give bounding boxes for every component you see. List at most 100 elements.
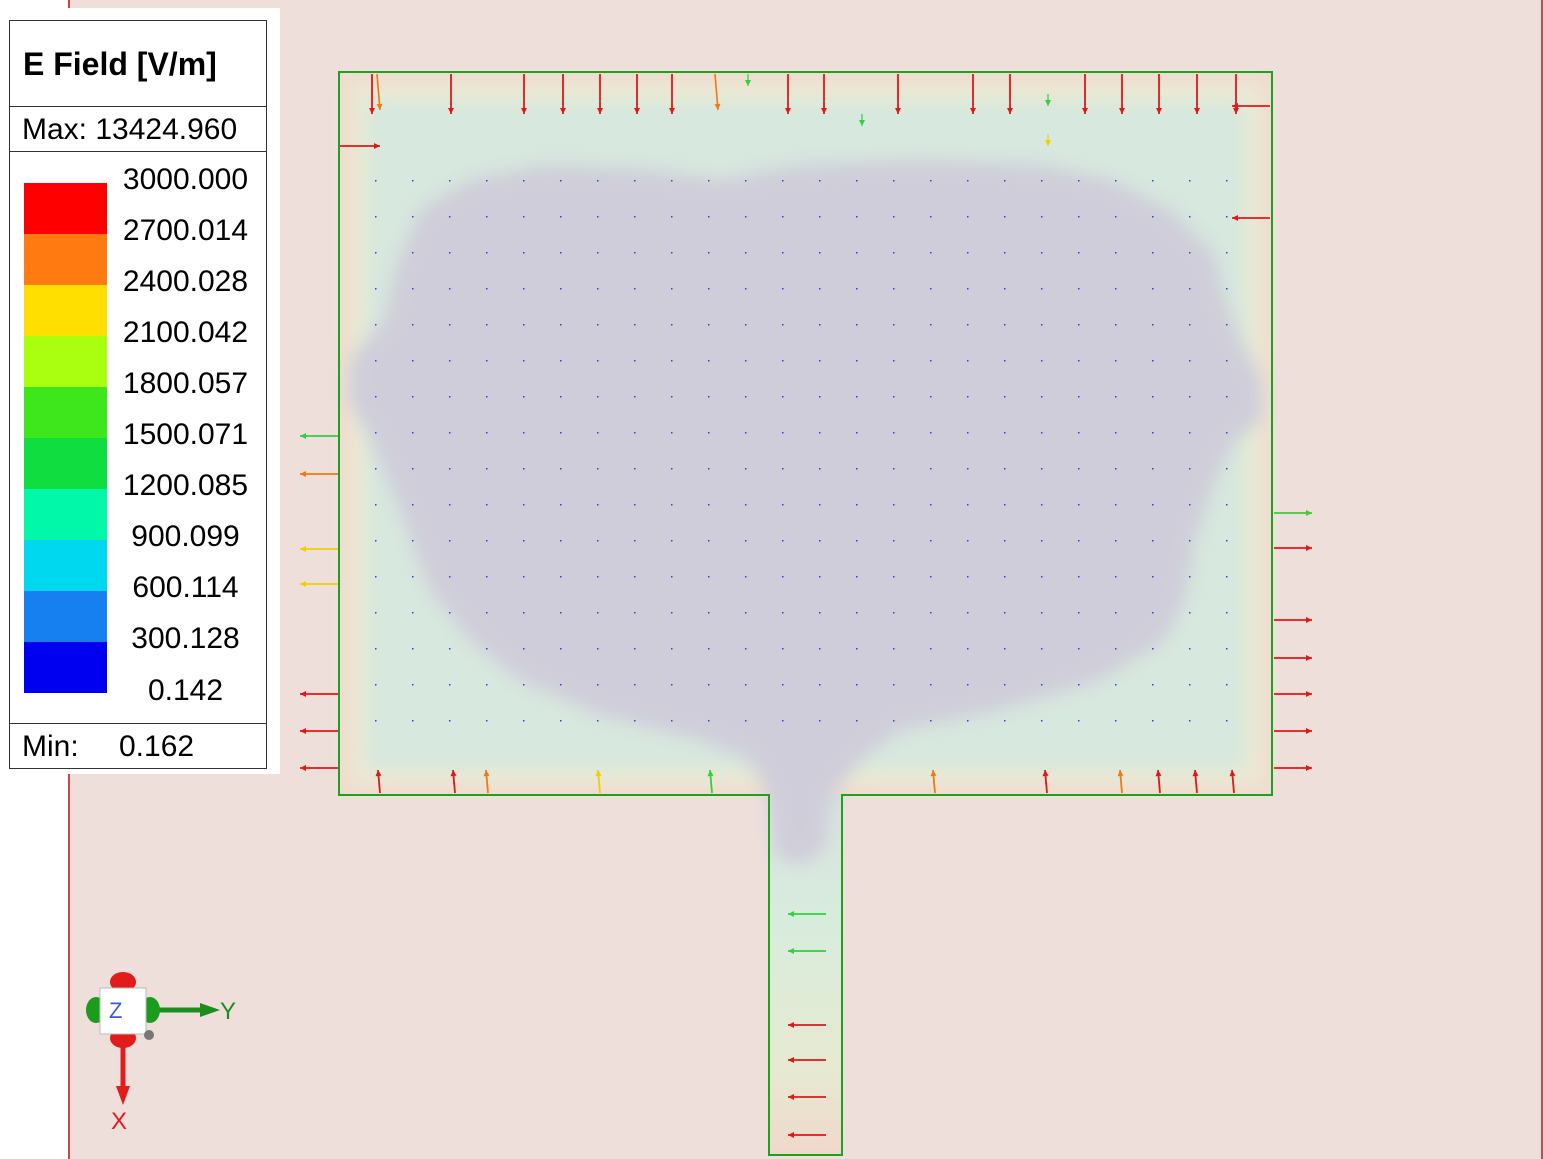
field-sample-dot <box>634 180 636 182</box>
field-sample-dot <box>1152 180 1154 182</box>
field-sample-dot <box>1152 648 1154 650</box>
field-sample-dot <box>523 396 525 398</box>
field-sample-dot <box>782 576 784 578</box>
field-sample-dot <box>1189 612 1191 614</box>
field-sample-dot <box>449 432 451 434</box>
field-sample-dot <box>967 648 969 650</box>
field-sample-dot <box>671 324 673 326</box>
field-sample-dot <box>1004 612 1006 614</box>
field-sample-dot <box>745 216 747 218</box>
field-sample-dot <box>597 720 599 722</box>
field-sample-dot <box>1189 576 1191 578</box>
field-sample-dot <box>893 288 895 290</box>
field-sample-dot <box>930 324 932 326</box>
field-sample-dot <box>708 432 710 434</box>
field-sample-dot <box>671 504 673 506</box>
field-sample-dot <box>375 504 377 506</box>
field-sample-dot <box>634 648 636 650</box>
field-sample-dot <box>597 576 599 578</box>
field-sample-dot <box>486 576 488 578</box>
field-sample-dot <box>634 468 636 470</box>
field-sample-dot <box>486 360 488 362</box>
field-sample-dot <box>1078 576 1080 578</box>
field-sample-dot <box>375 468 377 470</box>
field-sample-dot <box>782 648 784 650</box>
field-sample-dot <box>486 324 488 326</box>
field-sample-dot <box>930 396 932 398</box>
color-legend-panel: E Field [V/m] Max: 13424.960 3000.000 27… <box>0 8 280 774</box>
field-sample-dot <box>1004 432 1006 434</box>
field-sample-dot <box>1004 576 1006 578</box>
field-sample-dot <box>745 612 747 614</box>
field-sample-dot <box>375 684 377 686</box>
field-sample-dot <box>523 504 525 506</box>
field-sample-dot <box>819 576 821 578</box>
field-sample-dot <box>1152 252 1154 254</box>
field-sample-dot <box>1041 252 1043 254</box>
field-sample-dot <box>1189 324 1191 326</box>
field-sample-dot <box>893 432 895 434</box>
field-sample-dot <box>634 684 636 686</box>
field-sample-dot <box>1078 648 1080 650</box>
field-sample-dot <box>375 612 377 614</box>
field-sample-dot <box>1004 468 1006 470</box>
field-sample-dot <box>967 432 969 434</box>
field-sample-dot <box>634 216 636 218</box>
field-sample-dot <box>486 540 488 542</box>
field-sample-dot <box>930 540 932 542</box>
field-sample-dot <box>1004 504 1006 506</box>
field-sample-dot <box>560 252 562 254</box>
field-sample-dot <box>523 288 525 290</box>
field-sample-dot <box>486 180 488 182</box>
field-sample-dot <box>523 432 525 434</box>
field-sample-dot <box>449 252 451 254</box>
field-sample-dot <box>819 360 821 362</box>
field-sample-dot <box>1041 288 1043 290</box>
field-sample-dot <box>597 468 599 470</box>
field-sample-dot <box>745 540 747 542</box>
field-sample-dot <box>1041 648 1043 650</box>
field-sample-dot <box>856 432 858 434</box>
field-sample-dot <box>486 288 488 290</box>
legend-title: E Field [V/m] <box>10 21 266 107</box>
legend-swatch-4 <box>24 336 107 387</box>
field-sample-dot <box>597 540 599 542</box>
y-axis-label: Y <box>220 998 237 1025</box>
field-sample-dot <box>893 612 895 614</box>
field-sample-dot <box>967 324 969 326</box>
field-sample-dot <box>671 180 673 182</box>
field-sample-dot <box>671 540 673 542</box>
field-sample-dot <box>1115 720 1117 722</box>
field-sample-dot <box>1004 288 1006 290</box>
field-sample-dot <box>782 252 784 254</box>
field-sample-dot <box>967 252 969 254</box>
field-sample-dot <box>375 360 377 362</box>
field-sample-dot <box>856 684 858 686</box>
field-sample-dot <box>375 180 377 182</box>
field-sample-dot <box>819 720 821 722</box>
field-sample-dot <box>782 396 784 398</box>
field-sample-dot <box>893 360 895 362</box>
field-sample-dot <box>375 216 377 218</box>
legend-tick-label: 2700.014 <box>122 214 249 247</box>
field-sample-dot <box>893 504 895 506</box>
field-sample-dot <box>412 648 414 650</box>
field-sample-dot <box>1152 720 1154 722</box>
field-sample-dot <box>708 360 710 362</box>
field-sample-dot <box>449 468 451 470</box>
field-sample-dot <box>1041 576 1043 578</box>
field-sample-dot <box>1189 540 1191 542</box>
field-sample-dot <box>1152 576 1154 578</box>
field-sample-dot <box>1078 288 1080 290</box>
field-sample-dot <box>1041 360 1043 362</box>
field-sample-dot <box>523 360 525 362</box>
field-sample-dot <box>486 720 488 722</box>
field-sample-dot <box>819 468 821 470</box>
field-sample-dot <box>1004 720 1006 722</box>
field-sample-dot <box>375 432 377 434</box>
field-sample-dot <box>1189 468 1191 470</box>
field-sample-dot <box>634 612 636 614</box>
field-sample-dot <box>893 324 895 326</box>
field-sample-dot <box>523 576 525 578</box>
field-sample-dot <box>412 324 414 326</box>
